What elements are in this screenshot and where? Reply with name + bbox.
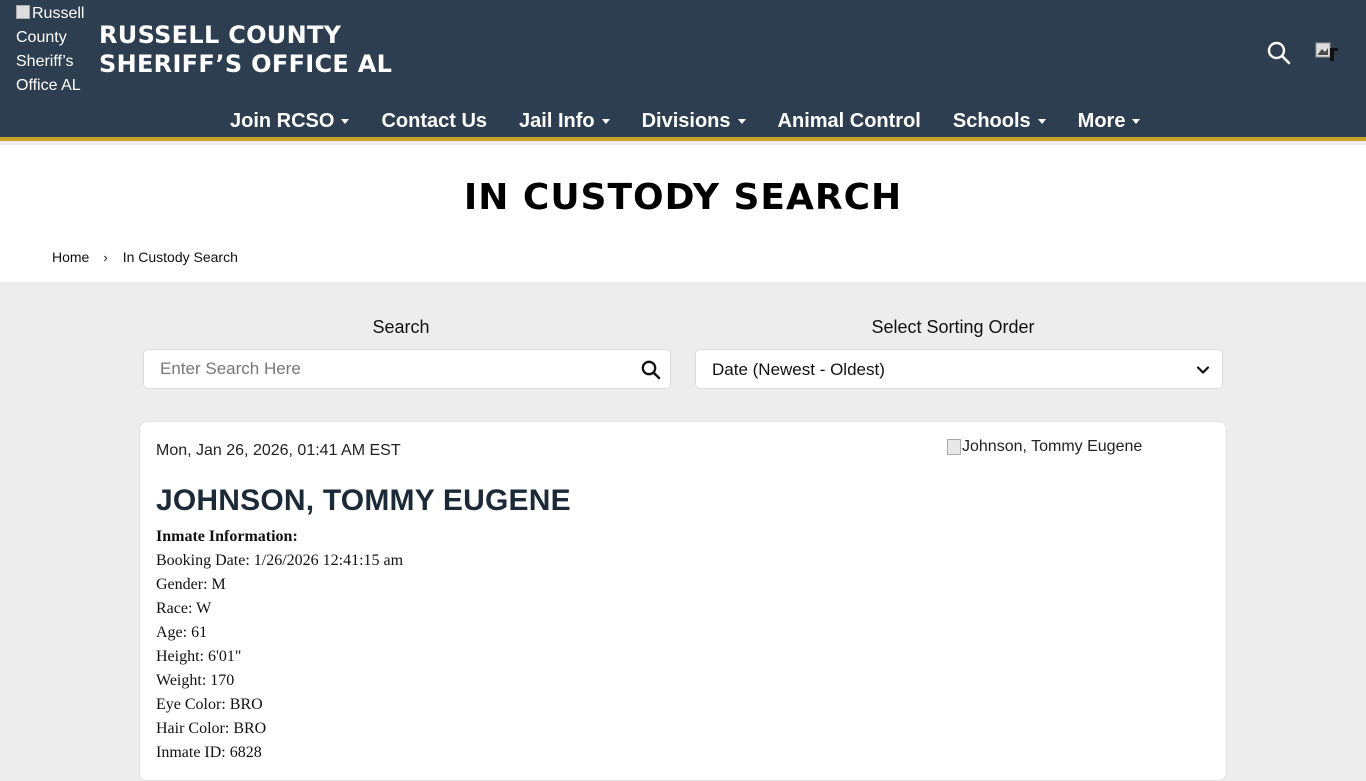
nav-item-label: More	[1077, 109, 1126, 132]
inmate-info-heading: Inmate Information:	[156, 528, 298, 545]
site-header: Russell County Sheriff’s Office AL RUSSE…	[0, 0, 1366, 141]
sort-label: Select Sorting Order	[871, 317, 1035, 337]
search-input[interactable]	[144, 350, 624, 388]
weight: Weight: 170	[156, 672, 235, 689]
breadcrumb-current: In Custody Search	[122, 249, 238, 265]
nav-item-schools[interactable]: Schools	[953, 110, 1046, 133]
booking-timestamp: Mon, Jan 26, 2026, 01:41 AM EST	[156, 442, 401, 459]
inmate-name: JOHNSON, TOMMY EUGENE	[156, 484, 571, 517]
breadcrumb: Home › In Custody Search	[52, 249, 238, 265]
eye-color: Eye Color: BRO	[156, 696, 263, 713]
nav-item-label: Join RCSO	[230, 109, 335, 132]
breadcrumb-separator: ›	[103, 249, 108, 265]
search-submit-icon[interactable]	[640, 359, 662, 381]
nav-item-join-rcso[interactable]: Join RCSO	[230, 109, 350, 133]
broken-image-icon	[16, 5, 30, 19]
nav-item-more[interactable]: More	[1078, 110, 1141, 133]
nav-item-label: Schools	[952, 109, 1031, 132]
inmate-photo: Johnson, Tommy Eugene	[947, 438, 1142, 456]
main-nav: Join RCSO Contact Us Jail Info Divisions Ani…	[230, 104, 1141, 138]
sort-selected-value: Date (Newest - Oldest)	[712, 360, 885, 379]
hair-color: Hair Color: BRO	[156, 720, 267, 737]
age: Age: 61	[156, 624, 208, 641]
chevron-down-icon	[1195, 362, 1211, 378]
broken-image-icon[interactable]	[1315, 42, 1339, 62]
caret-down-icon	[1037, 118, 1046, 124]
caret-down-icon	[341, 118, 350, 124]
breadcrumb-home-link[interactable]: Home	[52, 249, 89, 265]
inmate-info: Inmate Information: Booking Date: 1/26/2…	[156, 525, 403, 765]
inmate-photo-alt: Johnson, Tommy Eugene	[962, 438, 1143, 455]
title-section: IN CUSTODY SEARCH Home › In Custody Sear…	[0, 145, 1366, 282]
caret-down-icon	[737, 118, 746, 124]
search-icon[interactable]	[1266, 40, 1292, 66]
search-field	[143, 349, 671, 389]
sort-select[interactable]: Date (Newest - Oldest)	[695, 349, 1223, 389]
race: Race: W	[156, 600, 212, 617]
inmate-card: Mon, Jan 26, 2026, 01:41 AM EST Johnson,…	[139, 421, 1227, 781]
nav-item-label: Animal Control	[777, 109, 921, 132]
inmate-id: Inmate ID: 6828	[156, 744, 262, 761]
site-title-line2: SHERIFF’S OFFICE AL	[99, 50, 393, 78]
broken-image-icon	[947, 439, 961, 455]
caret-down-icon	[601, 118, 610, 124]
nav-item-label: Jail Info	[519, 109, 595, 132]
site-title-line1: RUSSELL COUNTY	[99, 21, 342, 49]
booking-date: Booking Date: 1/26/2026 12:41:15 am	[156, 552, 404, 569]
nav-item-contact-us[interactable]: Contact Us	[381, 110, 487, 133]
nav-item-label: Divisions	[641, 109, 731, 132]
nav-item-animal-control[interactable]: Animal Control	[778, 110, 921, 133]
caret-down-icon	[1132, 118, 1141, 124]
logo[interactable]: Russell County Sheriff’s Office AL	[16, 2, 92, 98]
site-title[interactable]: RUSSELL COUNTY SHERIFF’S OFFICE AL	[99, 21, 392, 79]
nav-item-jail-info[interactable]: Jail Info	[519, 110, 610, 133]
nav-item-label: Contact Us	[381, 109, 488, 132]
height: Height: 6'01"	[156, 648, 242, 665]
nav-item-divisions[interactable]: Divisions	[642, 110, 746, 133]
search-label: Search	[372, 317, 430, 337]
page-title: IN CUSTODY SEARCH	[463, 177, 903, 218]
gender: Gender: M	[156, 576, 226, 593]
